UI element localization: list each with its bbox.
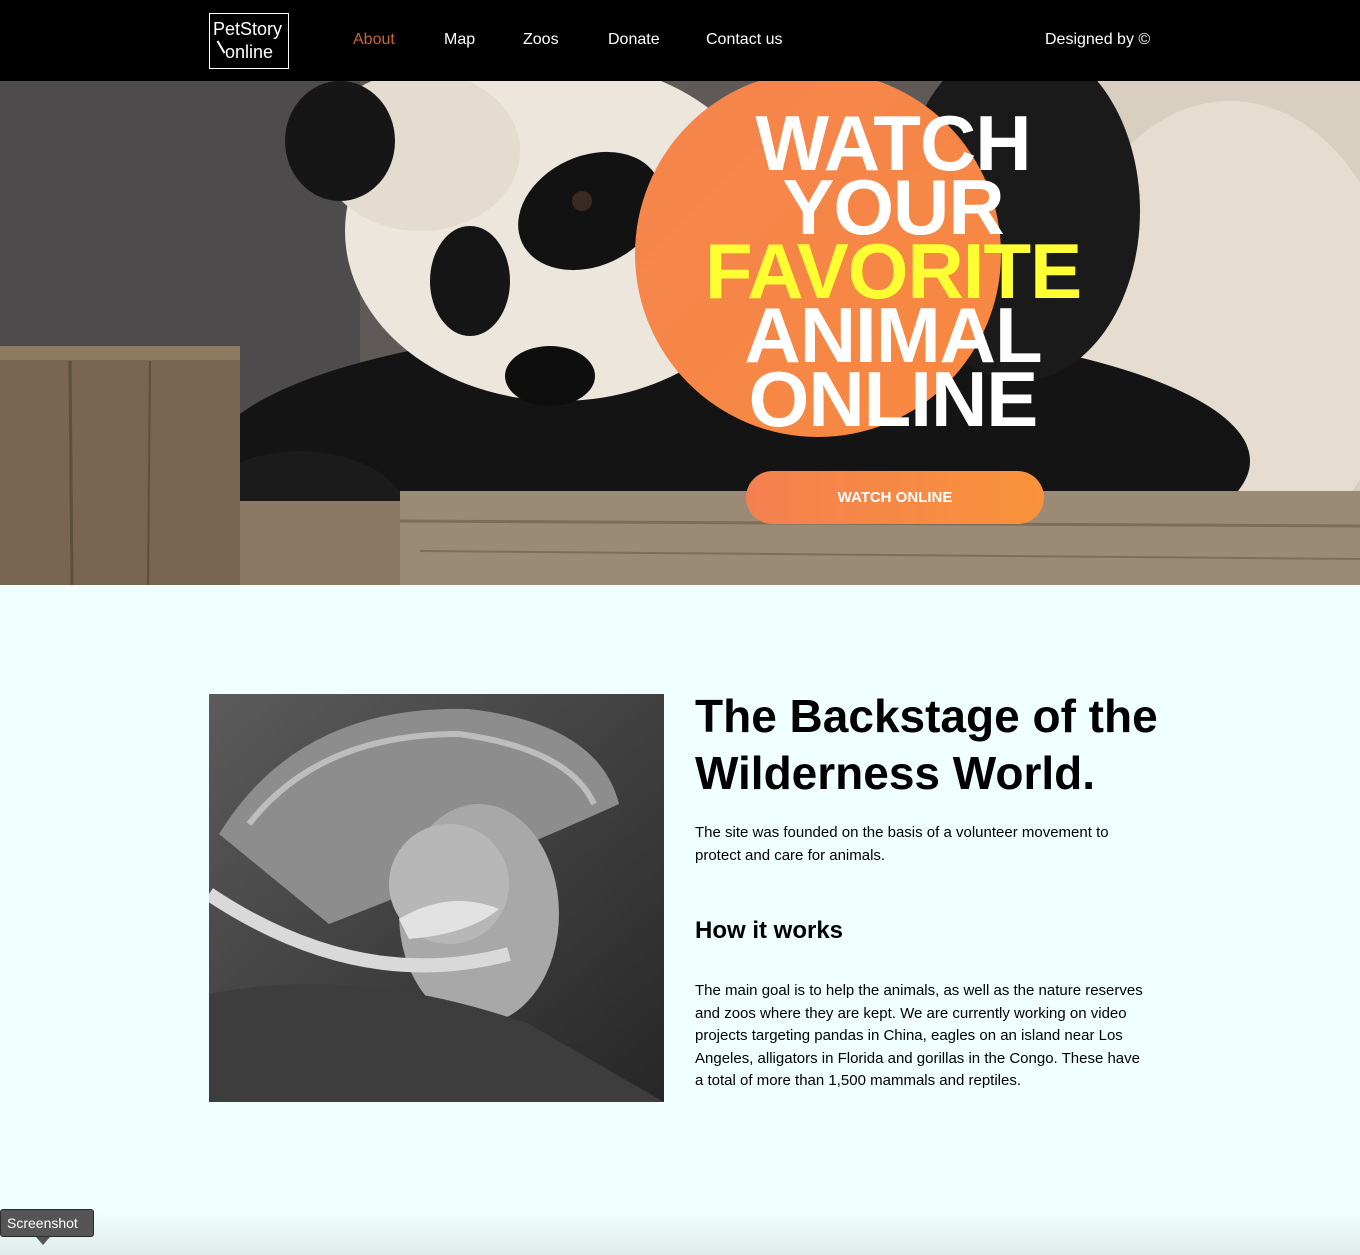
hero-banner: WATCH YOUR FAVORITE ANIMAL ONLINE WATCH … [0, 81, 1360, 585]
portrait-photo [209, 694, 664, 1102]
screenshot-tooltip: Screenshot [0, 1209, 94, 1237]
nav-contact-us[interactable]: Contact us [706, 31, 782, 49]
designed-by-credit[interactable]: Designed by © [1045, 31, 1150, 49]
about-photo [209, 694, 664, 1102]
bottom-fade [0, 1212, 1360, 1255]
about-title: The Backstage of the Wilderness World. [695, 690, 1158, 799]
watch-online-button[interactable]: WATCH ONLINE [746, 471, 1044, 524]
site-logo[interactable]: PetStory online [209, 13, 289, 69]
about-intro-text: The site was founded on the basis of a v… [695, 824, 1109, 864]
how-it-works-title: How it works [695, 917, 844, 944]
site-header: PetStory online About Map Zoos Donate Co… [0, 0, 1360, 81]
logo-line-1: PetStory [213, 19, 283, 39]
nav-zoos[interactable]: Zoos [523, 31, 559, 49]
nav-about[interactable]: About [353, 31, 395, 49]
nav-map[interactable]: Map [444, 31, 475, 49]
how-it-works-text: The main goal is to help the animals, as… [695, 982, 1143, 1089]
nav-donate[interactable]: Donate [608, 31, 660, 49]
hero-title: WATCH YOUR FAVORITE ANIMAL ONLINE [680, 104, 1106, 438]
tooltip-arrow-icon [36, 1237, 50, 1245]
